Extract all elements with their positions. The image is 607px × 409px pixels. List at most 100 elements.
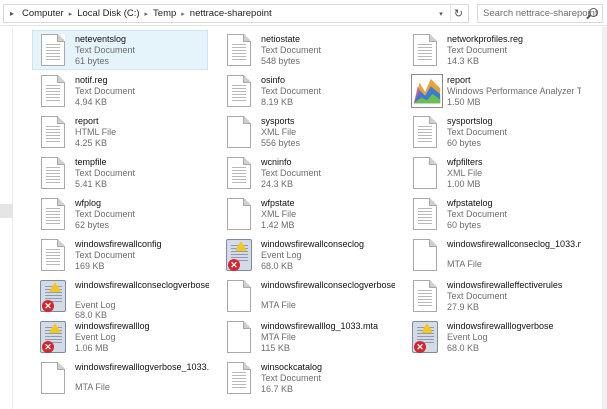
- breadcrumb-temp[interactable]: Temp: [151, 8, 178, 19]
- refresh-icon[interactable]: ↻: [450, 5, 466, 22]
- file-size: 60 bytes: [447, 138, 482, 148]
- file-name: networkprofiles.reg: [447, 34, 524, 44]
- chevron-right-icon[interactable]: ▸: [142, 10, 152, 18]
- file-size: 115 KB: [261, 343, 290, 353]
- file-list: neteventslog Text Document 61 bytes netiost…: [14, 27, 602, 409]
- file-type: Text Document: [75, 168, 136, 178]
- search-icon[interactable]: [589, 8, 598, 17]
- history-dropdown-icon[interactable]: ▾: [434, 5, 448, 22]
- file-item[interactable]: report HTML File 4.25 KB: [32, 112, 208, 152]
- mta-file-icon: [38, 361, 70, 397]
- file-name: wfplog: [75, 198, 102, 208]
- file-size: 1.06 MB: [75, 343, 109, 353]
- file-type: MTA File: [447, 259, 482, 269]
- text-document-icon: [224, 74, 256, 110]
- file-size: 1.00 MB: [447, 179, 481, 189]
- chevron-right-icon[interactable]: ▸: [178, 10, 188, 18]
- file-name: wfpfilters: [447, 157, 483, 167]
- chevron-right-icon[interactable]: ▸: [66, 10, 76, 18]
- file-size: 68.0 KB: [261, 261, 294, 271]
- file-type: Text Document: [261, 45, 322, 55]
- file-name: windowsfirewallconseclog_1033.mta: [447, 239, 581, 249]
- file-item[interactable]: windowsfirewallconseclog_1033.mta MTA Fil…: [404, 235, 581, 275]
- text-document-icon: [38, 197, 70, 233]
- file-type: Text Document: [261, 373, 322, 383]
- file-name: windowsfirewalleffectiverules: [447, 280, 563, 290]
- event-log-icon: ✕: [38, 320, 70, 356]
- file-type: Text Document: [447, 45, 508, 55]
- file-item[interactable]: wcninfo Text Document 24.3 KB: [218, 153, 394, 193]
- file-size: 68.0 KB: [447, 343, 480, 353]
- search-placeholder: Search nettrace-sharepoint: [483, 8, 598, 19]
- file-item[interactable]: windowsfirewalllogverbose_1033.mta MTA Fi…: [32, 358, 209, 398]
- file-name: windowsfirewallconseclogverbose: [75, 280, 209, 290]
- file-item[interactable]: sysports XML File 556 bytes: [218, 112, 394, 152]
- file-type: Text Document: [261, 168, 322, 178]
- search-input[interactable]: Search nettrace-sharepoint: [477, 4, 603, 23]
- file-item[interactable]: windowsfirewalllog_1033.mta MTA File 115 K…: [218, 317, 394, 357]
- file-item[interactable]: ✕ windowsfirewalllog Event Log 1.06 MB: [32, 317, 208, 357]
- file-item[interactable]: winsockcatalog Text Document 16.7 KB: [218, 358, 394, 398]
- file-item[interactable]: netiostate Text Document 548 bytes: [218, 30, 394, 70]
- file-type: XML File: [447, 168, 483, 178]
- file-type: Event Log: [261, 250, 302, 260]
- address-box[interactable]: ▸ Computer ▸ Local Disk (C:) ▸ Temp ▸ ne…: [3, 4, 469, 23]
- file-item[interactable]: wfpstate XML File 1.42 MB: [218, 194, 394, 234]
- file-name: wcninfo: [261, 157, 292, 167]
- file-item[interactable]: windowsfirewalleffectiverules Text Docume…: [404, 276, 580, 316]
- file-size: 27.9 KB: [447, 302, 480, 312]
- event-log-icon: ✕: [224, 238, 256, 274]
- file-name: windowsfirewalllogverbose: [447, 321, 554, 331]
- file-item[interactable]: report Windows Performance Analyzer T... 1…: [404, 71, 581, 111]
- file-name: wfpstatelog: [447, 198, 493, 208]
- file-name: wfpstate: [261, 198, 295, 208]
- text-document-icon: [410, 197, 442, 233]
- file-type: Text Document: [75, 250, 136, 260]
- file-item[interactable]: tempfile Text Document 5.41 KB: [32, 153, 208, 193]
- file-size: 1.50 MB: [447, 97, 481, 107]
- file-item[interactable]: windowsfirewallconfig Text Document 169 KB: [32, 235, 208, 275]
- file-item[interactable]: wfpstatelog Text Document 60 bytes: [404, 194, 580, 234]
- navigation-pane[interactable]: [0, 27, 13, 409]
- mta-file-icon: [224, 320, 256, 356]
- file-item[interactable]: ✕ windowsfirewallconseclogverbose Event Lo…: [32, 276, 209, 320]
- wpa-trace-icon: [410, 74, 443, 110]
- file-item[interactable]: osinfo Text Document 8.19 KB: [218, 71, 394, 111]
- file-name: windowsfirewallconseclogverbose_1033.mta: [261, 280, 395, 290]
- xml-file-icon: [410, 156, 442, 192]
- breadcrumb-computer[interactable]: Computer: [20, 8, 66, 19]
- file-type: XML File: [261, 127, 297, 137]
- file-size: 1.42 MB: [261, 220, 295, 230]
- text-document-icon: [410, 33, 442, 69]
- vertical-scrollbar[interactable]: [602, 27, 607, 409]
- file-type: MTA File: [75, 382, 110, 392]
- file-item[interactable]: wfpfilters XML File 1.00 MB: [404, 153, 580, 193]
- folder-arrow-icon[interactable]: ▸: [4, 5, 20, 22]
- file-item[interactable]: wfplog Text Document 62 bytes: [32, 194, 208, 234]
- file-item[interactable]: notif.reg Text Document 4.94 KB: [32, 71, 208, 111]
- file-name: neteventslog: [75, 34, 127, 44]
- file-name: netiostate: [261, 34, 301, 44]
- file-item[interactable]: networkprofiles.reg Text Document 14.3 KB: [404, 30, 580, 70]
- file-type: MTA File: [261, 300, 296, 310]
- file-name: windowsfirewalllog_1033.mta: [261, 321, 379, 331]
- file-item[interactable]: sysportslog Text Document 60 bytes: [404, 112, 580, 152]
- file-name: osinfo: [261, 75, 286, 85]
- file-size: 169 KB: [75, 261, 105, 271]
- file-name: windowsfirewallconfig: [75, 239, 162, 249]
- file-type: XML File: [261, 209, 297, 219]
- breadcrumb-local-disk[interactable]: Local Disk (C:): [75, 8, 141, 19]
- file-item[interactable]: neteventslog Text Document 61 bytes: [32, 30, 208, 70]
- text-document-icon: [38, 74, 70, 110]
- file-item[interactable]: windowsfirewallconseclogverbose_1033.mta…: [218, 276, 395, 316]
- file-type: Text Document: [447, 127, 508, 137]
- file-item[interactable]: ✕ windowsfirewallconseclog Event Log 68.0 K…: [218, 235, 394, 275]
- file-name: windowsfirewalllog: [75, 321, 150, 331]
- file-item[interactable]: ✕ windowsfirewalllogverbose Event Log 68.0 …: [404, 317, 580, 357]
- file-size: 4.25 KB: [75, 138, 108, 148]
- file-type: Text Document: [447, 291, 508, 301]
- breadcrumb-nettrace-sharepoint[interactable]: nettrace-sharepoint: [188, 8, 274, 19]
- file-name: winsockcatalog: [261, 362, 323, 372]
- navigation-selected-item[interactable]: [0, 204, 13, 218]
- file-name: tempfile: [75, 157, 107, 167]
